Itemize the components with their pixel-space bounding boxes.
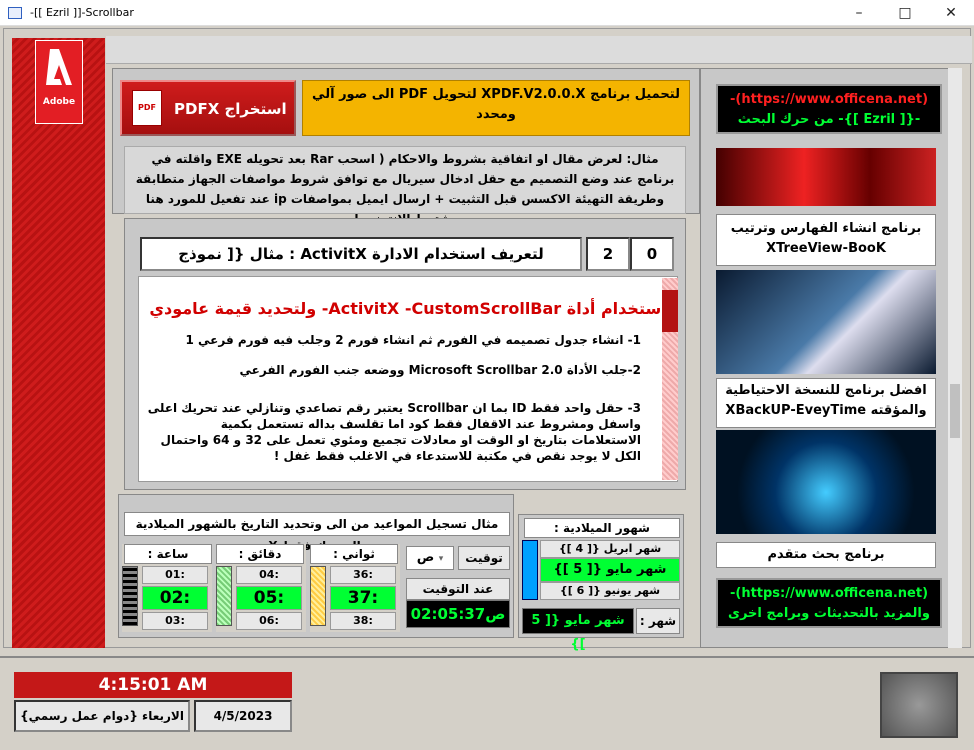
month-next: شهر يونيو {[ 6 ]} [540,582,680,600]
right-scrollbar[interactable] [948,68,962,648]
officena-sub: -{[ Ezril ]}- من حرك البحث [737,112,921,127]
target-time-value: ص02:05:37 [406,600,510,628]
pdf-tag: PDF [138,103,156,112]
card-xtreeview[interactable]: برنامج انشاء الفهارس وترتيب XTreeView-Bo… [716,214,936,266]
seconds-scrollbar[interactable] [310,566,326,626]
article-step-3: 3- حقل واحد فقط ID بما ان Scrollbar يعتب… [147,401,641,463]
app-icon [8,7,22,19]
hours-label: ساعة : [124,544,212,564]
pdfx-button-label: PDFX استخراج [174,100,287,118]
ampm-select[interactable]: ص ▾ [406,546,454,570]
seconds-prev: 36: [330,566,396,584]
months-header: شهور الميلادية : [524,518,680,538]
months-scrollbar[interactable] [522,540,538,600]
date-display: 4/5/2023 [194,700,292,732]
promo-image-1[interactable] [716,148,936,206]
officena-url: (https://www.officena.net)- [729,92,929,107]
hours-current: 02: [142,586,208,610]
officena-bottom-sub: والمزيد بالتحديثات وبرامج اخرى [728,606,930,621]
clock-display: 4:15:01 AM [14,672,292,698]
minutes-next: 06: [236,612,302,630]
top-toolbar [106,36,972,64]
minutes-column: دقائق : 04: 05: 06: [216,544,306,632]
target-time-label: عند التوقيت المحدد [406,578,510,616]
seconds-column: ثواني : 36: 37: 38: [310,544,400,632]
minimize-button[interactable]: – [836,0,882,26]
minutes-prev: 04: [236,566,302,584]
chevron-down-icon: ▾ [438,554,444,564]
ampm-value: ص [416,550,435,565]
article-step-1: 1- انشاء جدول تصميمه في الفورم ثم انشاء … [185,333,641,347]
timer-header: مثال تسجيل المواعيد من الى وتحديد التاري… [124,512,510,553]
officena-bottom-link[interactable]: (https://www.officena.net)- والمزيد بالت… [716,578,942,628]
window-title: -[[ Ezril ]]-Scrollbar [30,6,134,19]
officena-bottom-url: (https://www.officena.net)- [729,586,929,601]
selected-month-label: شهر : [636,608,680,634]
minutes-current: 05: [236,586,302,610]
hours-column: ساعة : 01: 02: 03: [122,544,212,632]
month-current: شهر مايو {[ 5 ]} [540,558,680,582]
adobe-logo: Adobe [35,40,83,124]
maximize-button[interactable]: □ [882,0,928,26]
hours-scrollbar[interactable] [122,566,138,626]
pdfx-extract-button[interactable]: PDF PDFX استخراج [120,80,296,136]
selected-month-value: شهر مايو {[ 5 ]} [522,608,634,652]
article-text[interactable]: استخدام أداة ActivitX -CustomScrollBar- … [138,276,678,482]
custom-scrollbar-thumb[interactable] [662,290,678,332]
card-xbackup[interactable]: افضل برنامج للنسخة الاحتياطية والمؤقته X… [716,378,936,428]
pdf-file-icon: PDF [132,90,162,126]
card-search[interactable]: برنامج بحث متقدم [716,542,936,568]
ampm-label: توقيت [458,546,510,570]
corner-thumbnail [880,672,958,738]
minutes-label: دقائق : [216,544,304,564]
promo-image-2[interactable] [716,270,936,374]
counter-zero: 0 [630,237,674,271]
article-heading: استخدام أداة ActivitX -CustomScrollBar- … [149,299,667,318]
article-step-2: 2-جلب الأداة Microsoft Scrollbar 2.0 ووض… [239,363,641,377]
month-prev: شهر ابريل {[ 4 ]} [540,540,680,558]
officena-top-link[interactable]: (https://www.officena.net)- -{[ Ezril ]}… [716,84,942,134]
right-scrollbar-thumb[interactable] [950,384,960,438]
hours-next: 03: [142,612,208,630]
seconds-current: 37: [330,586,396,610]
promo-image-3[interactable] [716,430,936,534]
close-button[interactable]: ✕ [928,0,974,26]
activitx-header: لتعريف استخدام الادارة ActivitX : مثال {… [140,237,582,293]
minutes-scrollbar[interactable] [216,566,232,626]
note-text: مثال: لعرض مقال او اتفاقية بشروط والاحكا… [124,146,686,226]
counter-two: 2 [586,237,630,271]
title-bar: -[[ Ezril ]]-Scrollbar – □ ✕ [0,0,974,26]
seconds-next: 38: [330,612,396,630]
xpdf-download-box[interactable]: لتحميل برنامج XPDF.V2.0.0.X لتحويل PDF ا… [302,80,690,136]
seconds-label: ثواني : [310,544,398,564]
red-side-band [12,38,105,648]
hours-prev: 01: [142,566,208,584]
day-status: الاربعاء {دوام عمل رسمي} [14,700,190,732]
